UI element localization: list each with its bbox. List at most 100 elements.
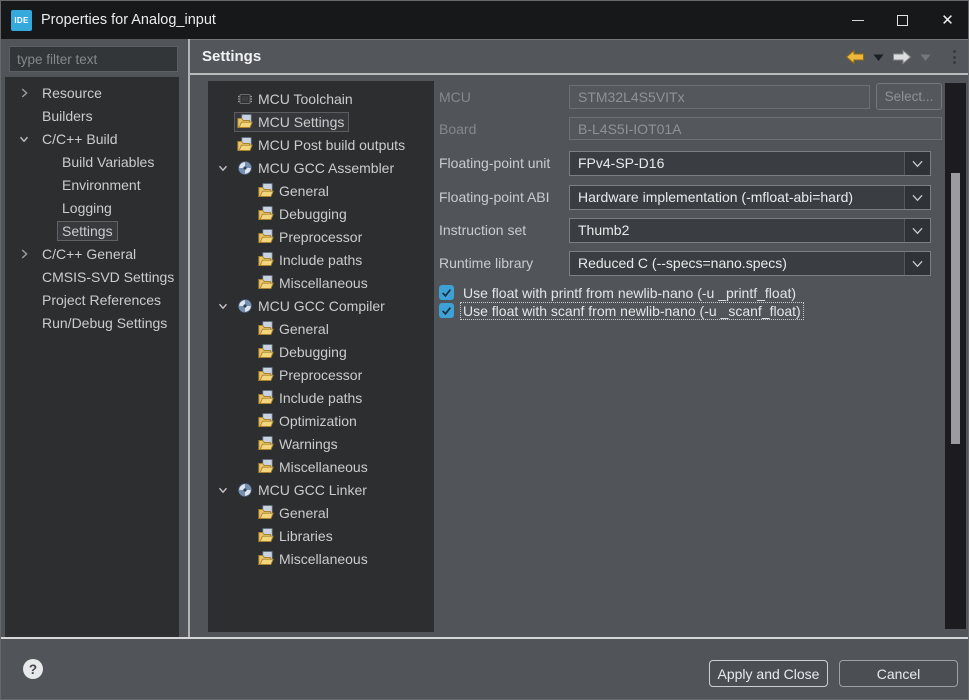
forward-button[interactable] <box>890 47 914 67</box>
tree-item-label: General <box>279 505 329 521</box>
tree-indent <box>17 269 37 285</box>
settings-tree-item-miscellaneous[interactable]: Miscellaneous <box>208 271 434 294</box>
settings-tree-item-preprocessor[interactable]: Preprocessor <box>208 363 434 386</box>
tree-item-label: Debugging <box>279 344 347 360</box>
tree-item-label: MCU Settings <box>258 114 344 130</box>
tree-indent <box>17 200 37 216</box>
mcu-field: STM32L4S5VITx <box>569 85 870 109</box>
folder-icon <box>258 551 276 567</box>
view-menu-button[interactable] <box>949 48 960 66</box>
sidebar-item-c-c-general[interactable]: C/C++ General <box>5 242 179 265</box>
tree-item-label: Miscellaneous <box>279 459 368 475</box>
minimize-button[interactable] <box>835 1 880 39</box>
sidebar-item-settings[interactable]: Settings <box>5 219 179 242</box>
close-button[interactable]: ✕ <box>925 1 969 39</box>
settings-tree-item-general[interactable]: General <box>208 317 434 340</box>
checkbox-checked-icon[interactable] <box>439 303 454 318</box>
back-button[interactable] <box>843 47 867 67</box>
filter-input[interactable] <box>9 46 178 72</box>
sidebar-item-label: Environment <box>57 175 146 195</box>
dialog-footer: ? Apply and Close Cancel <box>1 637 969 699</box>
forward-history-dropdown[interactable] <box>918 51 933 64</box>
checkbox-row-use-float-with-printf-from-new: Use float with printf from newlib-nano (… <box>439 284 798 301</box>
sidebar-item-resource[interactable]: Resource <box>5 81 179 104</box>
folder-icon <box>258 252 276 268</box>
cancel-button[interactable]: Cancel <box>839 660 958 687</box>
sidebar-item-label: Project References <box>37 290 166 310</box>
tree-item-label: Miscellaneous <box>279 551 368 567</box>
floating-point-unit-select[interactable]: FPv4-SP-D16 <box>569 151 931 176</box>
help-button[interactable]: ? <box>23 659 43 679</box>
main-pane: Settings <box>190 39 969 639</box>
tree-node: Include paths <box>255 388 367 408</box>
sidebar-item-build-variables[interactable]: Build Variables <box>5 150 179 173</box>
sidebar-item-environment[interactable]: Environment <box>5 173 179 196</box>
settings-tree-item-miscellaneous[interactable]: Miscellaneous <box>208 455 434 478</box>
sidebar-item-c-c-build[interactable]: C/C++ Build <box>5 127 179 150</box>
settings-tree-item-libraries[interactable]: Libraries <box>208 524 434 547</box>
tree-node: MCU GCC Compiler <box>234 296 390 316</box>
settings-tree-item-optimization[interactable]: Optimization <box>208 409 434 432</box>
checkbox-label[interactable]: Use float with scanf from newlib-nano (-… <box>461 303 803 319</box>
apply-and-close-button[interactable]: Apply and Close <box>709 660 828 687</box>
settings-tree-item-include-paths[interactable]: Include paths <box>208 386 434 409</box>
folder-icon <box>258 206 276 222</box>
sidebar-item-project-references[interactable]: Project References <box>5 288 179 311</box>
tree-node: Libraries <box>255 526 338 546</box>
sidebar-item-run-debug-settings[interactable]: Run/Debug Settings <box>5 311 179 334</box>
tree-node: Warnings <box>255 434 343 454</box>
chevron-down-icon <box>17 131 37 147</box>
settings-tree-item-general[interactable]: General <box>208 501 434 524</box>
selected-value: Reduced C (--specs=nano.specs) <box>578 252 900 275</box>
tree-indent <box>17 108 37 124</box>
tree-node: Include paths <box>255 250 367 270</box>
settings-tree-item-mcu-settings[interactable]: MCU Settings <box>208 110 434 133</box>
tree-item-label: Warnings <box>279 436 338 452</box>
settings-tree-item-debugging[interactable]: Debugging <box>208 202 434 225</box>
checkbox-label[interactable]: Use float with printf from newlib-nano (… <box>461 285 798 301</box>
sidebar-item-label: Run/Debug Settings <box>37 313 172 333</box>
floating-point-unit-row: Floating-point unitFPv4-SP-D16 <box>436 151 946 178</box>
chevron-down-icon <box>216 298 234 314</box>
tree-indent <box>216 252 234 268</box>
settings-tree-item-debugging[interactable]: Debugging <box>208 340 434 363</box>
instruction-set-select[interactable]: Thumb2 <box>569 218 931 243</box>
settings-tree-item-preprocessor[interactable]: Preprocessor <box>208 225 434 248</box>
tree-indent <box>216 275 234 291</box>
settings-tree-item-mcu-gcc-linker[interactable]: MCU GCC Linker <box>208 478 434 501</box>
scrollbar-thumb[interactable] <box>951 173 960 444</box>
maximize-icon <box>897 15 908 26</box>
settings-tree-item-mcu-toolchain[interactable]: MCU Toolchain <box>208 87 434 110</box>
sidebar-item-label: Logging <box>57 198 117 218</box>
settings-tree-item-warnings[interactable]: Warnings <box>208 432 434 455</box>
sidebar-item-logging[interactable]: Logging <box>5 196 179 219</box>
tree-indent <box>216 321 234 337</box>
vertical-scrollbar[interactable] <box>945 83 966 629</box>
floating-point-abi-row: Floating-point ABIHardware implementatio… <box>436 185 946 212</box>
sidebar-item-builders[interactable]: Builders <box>5 104 179 127</box>
tree-item-label: MCU GCC Linker <box>258 482 367 498</box>
window-controls: ✕ <box>835 1 969 39</box>
wheel-icon <box>237 482 255 498</box>
tree-node: General <box>255 181 334 201</box>
tree-node: MCU Settings <box>234 112 349 132</box>
checkbox-checked-icon[interactable] <box>439 285 454 300</box>
settings-tree-item-mcu-gcc-compiler[interactable]: MCU GCC Compiler <box>208 294 434 317</box>
settings-tree-item-include-paths[interactable]: Include paths <box>208 248 434 271</box>
mcu-select-button: Select... <box>876 83 942 110</box>
runtime-library-select[interactable]: Reduced C (--specs=nano.specs) <box>569 251 931 276</box>
settings-tree-item-miscellaneous[interactable]: Miscellaneous <box>208 547 434 570</box>
settings-content: MCU Toolchain MCU Settings MCU Post build … <box>190 75 969 639</box>
folder-icon <box>258 505 276 521</box>
maximize-button[interactable] <box>880 1 925 39</box>
settings-tree-item-mcu-post-build-outputs[interactable]: MCU Post build outputs <box>208 133 434 156</box>
sidebar-item-label: Settings <box>57 221 118 241</box>
sidebar-item-cmsis-svd-settings[interactable]: CMSIS-SVD Settings <box>5 265 179 288</box>
mcu-row: MCU STM32L4S5VITx Select... <box>436 85 946 112</box>
settings-tree-item-general[interactable]: General <box>208 179 434 202</box>
floating-point-abi-select[interactable]: Hardware implementation (-mfloat-abi=har… <box>569 185 931 210</box>
sidebar-item-label: Resource <box>37 83 107 103</box>
tree-item-label: Optimization <box>279 413 357 429</box>
settings-tree-item-mcu-gcc-assembler[interactable]: MCU GCC Assembler <box>208 156 434 179</box>
back-history-dropdown[interactable] <box>871 51 886 64</box>
